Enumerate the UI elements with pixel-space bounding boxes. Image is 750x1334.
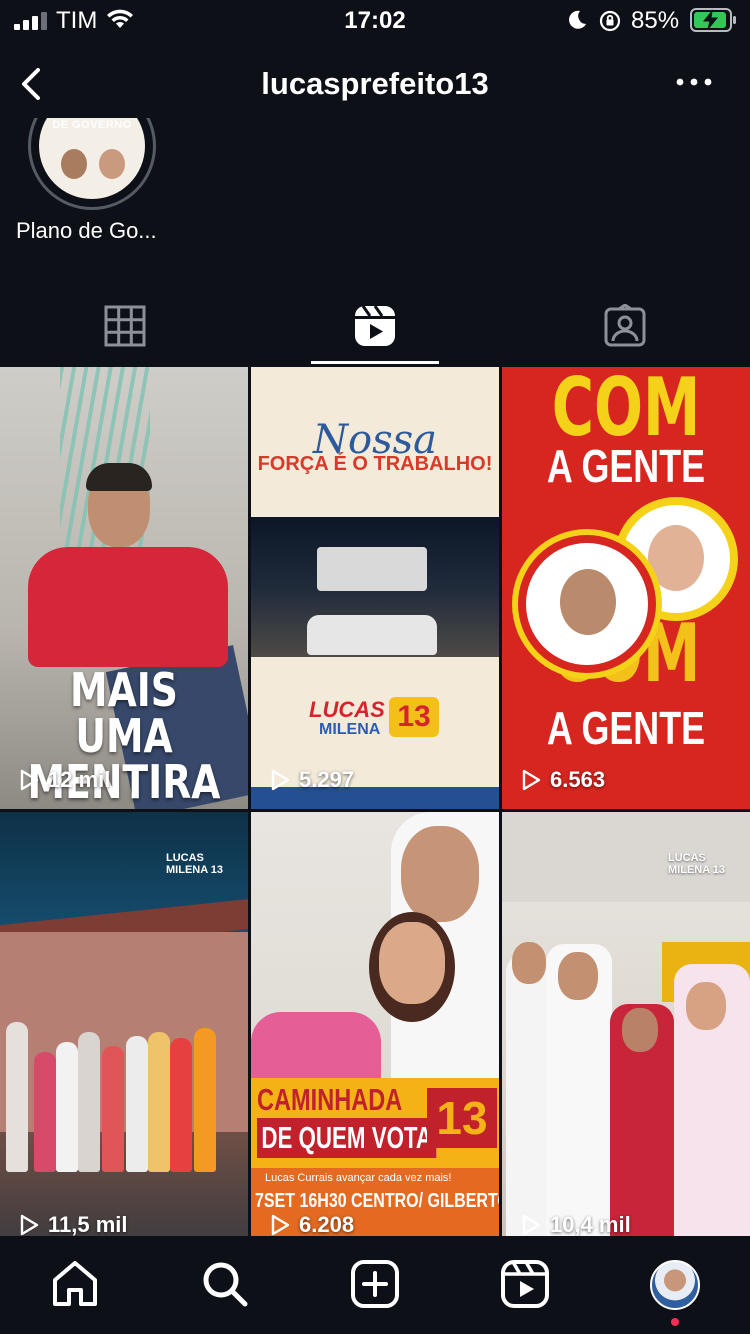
plus-square-icon [351, 1260, 399, 1308]
status-bar: TIM 17:02 85% [0, 0, 750, 44]
nav-create[interactable] [349, 1258, 401, 1310]
reel-thumbnail[interactable]: LUCAS MILENA 13 11,5 mil [0, 812, 248, 1254]
more-options-icon[interactable] [674, 74, 714, 90]
reel-logo-text: LUCAS [309, 697, 385, 722]
play-icon [20, 769, 39, 791]
reel-overlay-text: CAMINHADA [257, 1082, 403, 1117]
reel-overlay-text: A GENTE [546, 440, 706, 492]
reel-view-count: 11,5 mil [18, 1212, 128, 1238]
battery-percent: 85% [631, 7, 680, 34]
reel-thumbnail[interactable]: COM A GENTE COM A GENTE 6.563 [502, 367, 750, 809]
reel-logo-number: 13 [389, 697, 439, 737]
reel-sub-text: Lucas Currais avançar cada vez mais! [265, 1172, 452, 1184]
grid-icon [104, 305, 146, 347]
reel-thumbnail[interactable]: LUCAS MILENA 13 10,4 mil [502, 812, 750, 1254]
rotation-lock-icon [599, 10, 621, 32]
notification-dot [671, 1318, 679, 1326]
highlight-label: Plano de Go... [16, 218, 157, 243]
reels-icon [355, 305, 395, 346]
profile-header: lucasprefeito13 [0, 52, 750, 116]
nav-search[interactable] [199, 1258, 251, 1310]
reel-logo-number: 13 [427, 1088, 497, 1148]
nav-home[interactable] [49, 1258, 101, 1310]
highlight-cover-text: DE GOVERNO [52, 119, 132, 131]
reel-logo-text: LUCAS MILENA 13 [166, 852, 224, 876]
reels-icon [501, 1260, 549, 1308]
reel-view-count: 12 mil [18, 767, 110, 793]
story-highlight[interactable]: DE GOVERNO Plano de Go... [14, 118, 174, 248]
nav-reels[interactable] [499, 1258, 551, 1310]
highlight-cover[interactable]: DE GOVERNO [28, 118, 156, 210]
home-icon [53, 1261, 97, 1306]
reel-thumbnail[interactable]: Nossa FORÇA É O TRABALHO! LUCAS MILENA 1… [251, 367, 499, 809]
tab-tagged[interactable] [500, 290, 750, 362]
reel-view-count: 10,4 mil [520, 1212, 631, 1238]
do-not-disturb-moon-icon [569, 10, 586, 29]
reel-overlay-text: FORÇA É O TRABALHO! [257, 453, 493, 475]
active-tab-indicator [311, 361, 439, 364]
reel-view-count: 5.297 [269, 767, 354, 793]
reel-logo-text: MILENA [319, 721, 381, 738]
play-icon [271, 1214, 290, 1236]
reels-grid: MAIS UMA MENTIRA 12 mil Nossa FORÇA É O … [0, 367, 750, 1254]
reel-info-text: 7SET 16H30 CENTRO/ GILBERTO PINHEI [255, 1190, 499, 1212]
search-icon [203, 1262, 248, 1307]
reel-view-count: 6.563 [520, 767, 605, 793]
play-icon [522, 1214, 541, 1236]
reel-overlay-text: DE QUEM VOTA [257, 1118, 437, 1158]
nav-profile-avatar[interactable] [650, 1260, 700, 1310]
bottom-navigation-bar [0, 1236, 750, 1334]
tab-grid[interactable] [0, 290, 250, 362]
reel-thumbnail[interactable]: MAIS UMA MENTIRA 12 mil [0, 367, 248, 809]
play-icon [271, 769, 290, 791]
play-icon [20, 1214, 39, 1236]
reel-view-count: 6.208 [269, 1212, 354, 1238]
play-icon [522, 769, 541, 791]
reel-overlay-text: A GENTE [546, 702, 706, 754]
reel-thumbnail[interactable]: CAMINHADA DE QUEM VOTA 13 Lucas Currais … [251, 812, 499, 1254]
reel-logo-text: LUCAS MILENA 13 [668, 852, 726, 876]
reel-badge [518, 535, 656, 673]
profile-username: lucasprefeito13 [261, 66, 489, 101]
tab-reels[interactable] [250, 290, 500, 362]
battery-charging-icon [690, 8, 736, 32]
tagged-icon [604, 304, 646, 347]
profile-content-tabs [0, 290, 750, 366]
